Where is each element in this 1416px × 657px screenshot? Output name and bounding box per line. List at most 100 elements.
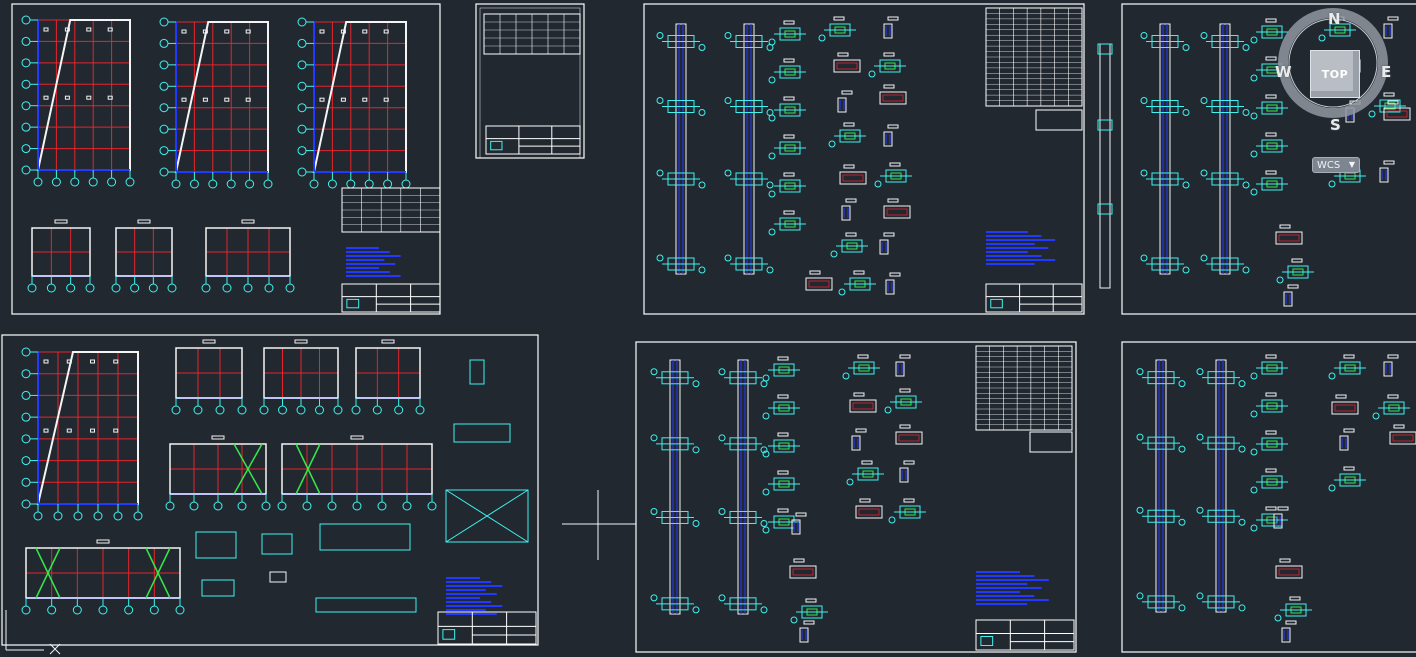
section-detail [855, 498, 883, 519]
compass-north-label[interactable]: N [1328, 10, 1341, 28]
section-title [843, 164, 855, 169]
spec-table [985, 7, 1083, 107]
grid-bubble [1196, 368, 1204, 376]
section-title [777, 394, 789, 399]
grid-bubble [724, 169, 732, 177]
general-notes [346, 247, 401, 277]
spec-table [975, 345, 1073, 431]
section-core [1392, 434, 1414, 442]
compass-west-label[interactable]: W [1275, 63, 1292, 81]
grid-bubble [1178, 518, 1186, 526]
elevation-title [381, 339, 395, 344]
grid-bubble [226, 179, 236, 189]
section-title [777, 356, 789, 361]
grid-bubble [107, 177, 117, 187]
section-detail [762, 356, 800, 382]
grid-bubble [297, 124, 307, 134]
section-detail [1250, 354, 1288, 380]
ucs-menu-button[interactable]: WCS ▼ [1312, 157, 1360, 173]
grid-bubble [1178, 604, 1186, 612]
section-box [833, 59, 861, 73]
grid-bubble [259, 405, 269, 415]
grid-bubble [297, 146, 307, 156]
title-block [341, 283, 441, 313]
section-title [887, 198, 899, 203]
grid-bubble [159, 146, 169, 156]
section-core [852, 402, 874, 410]
section-detail [1274, 596, 1312, 622]
compass-east-label[interactable]: E [1381, 63, 1391, 81]
grid-bubble [868, 70, 876, 78]
chevron-down-icon: ▼ [1348, 160, 1355, 169]
grid-bubble [656, 32, 664, 39]
grid-bubble [760, 519, 768, 527]
section-title [1265, 468, 1277, 473]
grid-bubble [201, 283, 211, 293]
section-box [1379, 167, 1389, 183]
grid-bubble [1200, 254, 1208, 262]
section-core [792, 568, 814, 576]
section-detail [837, 90, 853, 113]
compass-south-label[interactable]: S [1330, 116, 1341, 134]
section-box [883, 205, 911, 219]
grid-bubble [159, 38, 169, 48]
section-title [1265, 430, 1277, 435]
grid-bubble [21, 499, 31, 509]
spec-table [483, 13, 581, 55]
section-title [855, 428, 867, 433]
viewcube-top-face[interactable]: TOP [1310, 50, 1360, 98]
section-detail [849, 392, 877, 413]
grid-bubble [1140, 97, 1148, 104]
grid-bubble [21, 434, 31, 444]
grid-bubble [1182, 44, 1190, 51]
section-box [841, 205, 851, 221]
grid-bubble [415, 405, 425, 415]
section-title [1265, 94, 1277, 99]
grid-bubble [21, 369, 31, 379]
dimension-tag [113, 428, 119, 433]
grid-bubble [27, 283, 37, 293]
section-box [1283, 291, 1293, 307]
section-detail [833, 52, 861, 73]
section-title [853, 392, 865, 397]
grid-bubble [1200, 169, 1208, 177]
section-box [879, 91, 907, 105]
title-block [437, 611, 537, 645]
long-column-detail [1097, 43, 1113, 289]
grid-bubble [766, 181, 774, 189]
grid-bubble [1200, 97, 1208, 104]
grid-bubble [88, 177, 98, 187]
column-body [1219, 23, 1231, 275]
grid-bubble [351, 405, 361, 415]
grid-bubble [193, 405, 203, 415]
grid-bubble [790, 616, 798, 624]
node-detail [453, 423, 511, 443]
grid-bubble [1136, 506, 1144, 514]
drawing-area[interactable] [0, 0, 1416, 657]
section-title [777, 470, 789, 475]
section-detail [799, 620, 815, 643]
grid-bubble [133, 511, 143, 521]
column-detail [718, 359, 768, 615]
column-detail [1140, 23, 1190, 275]
model-space-canvas[interactable]: N S E W TOP WCS ▼ [0, 0, 1416, 657]
grid-bubble [1250, 486, 1258, 494]
section-title [899, 354, 911, 359]
grid-bubble [189, 501, 199, 511]
dimension-tag [43, 428, 49, 433]
section-title [859, 498, 871, 503]
section-detail [1379, 160, 1395, 183]
grid-bubble [768, 114, 776, 122]
column-detail [1136, 359, 1186, 613]
section-detail [1250, 430, 1288, 456]
crosshair-cursor [562, 490, 636, 560]
grid-bubble [159, 103, 169, 113]
section-detail [1328, 354, 1366, 380]
grid-bubble [261, 501, 271, 511]
grid-bubble [650, 594, 658, 602]
section-box [895, 361, 905, 377]
drawing-sheet-2 [475, 3, 585, 159]
section-detail [818, 16, 856, 42]
column-detail [724, 23, 774, 275]
grid-bubble [1178, 380, 1186, 388]
